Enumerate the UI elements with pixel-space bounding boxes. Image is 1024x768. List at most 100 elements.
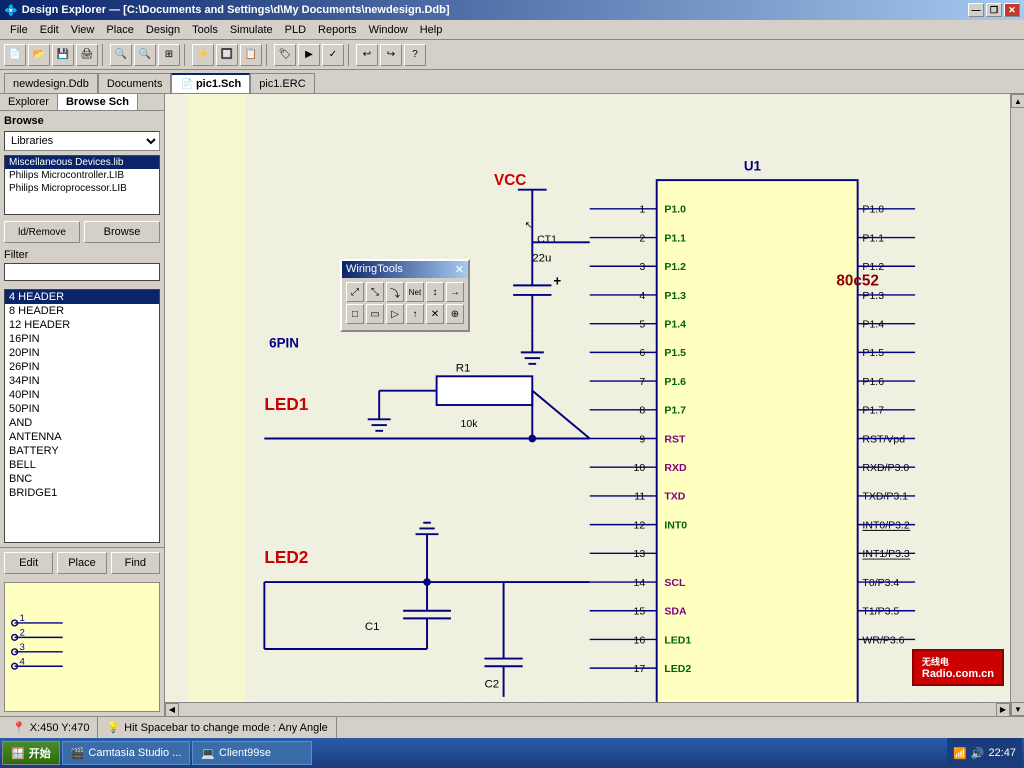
- component-list[interactable]: 4 HEADER 8 HEADER 12 HEADER 16PIN 20PIN …: [4, 289, 160, 543]
- lib-item-philips-mp[interactable]: Philips Microprocessor.LIB: [5, 182, 159, 195]
- comp-12header[interactable]: 12 HEADER: [5, 318, 159, 332]
- check-button[interactable]: ✓: [322, 44, 344, 66]
- wiring-tools-title[interactable]: WiringTools ✕: [342, 261, 468, 278]
- wire-tool-5[interactable]: ↕: [426, 282, 444, 302]
- pinnum-6: 6: [639, 347, 645, 359]
- menu-place[interactable]: Place: [100, 22, 140, 38]
- scroll-down-button[interactable]: ▼: [1011, 702, 1024, 716]
- comp-antenna[interactable]: ANTENNA: [5, 430, 159, 444]
- menu-tools[interactable]: Tools: [186, 22, 224, 38]
- wire-tool-delete[interactable]: ✕: [426, 304, 444, 324]
- menu-simulate[interactable]: Simulate: [224, 22, 279, 38]
- scroll-up-button[interactable]: ▲: [1011, 94, 1024, 108]
- windows-icon: 🪟: [11, 747, 25, 760]
- lib-item-misc[interactable]: Miscellaneous Devices.lib: [5, 156, 159, 169]
- wire-tool-7[interactable]: □: [346, 304, 364, 324]
- minimize-button[interactable]: —: [968, 3, 984, 17]
- scroll-bottom[interactable]: ◀ ▶: [165, 702, 1010, 716]
- sep4: [348, 44, 352, 66]
- wire-tool-add[interactable]: ⊕: [446, 304, 464, 324]
- wire-button[interactable]: ⚡: [192, 44, 214, 66]
- find-button[interactable]: Find: [111, 552, 160, 574]
- start-button[interactable]: 🪟 开始: [2, 741, 60, 765]
- open-button[interactable]: 📂: [28, 44, 50, 66]
- comp-bell[interactable]: BELL: [5, 458, 159, 472]
- restore-button[interactable]: ❐: [986, 3, 1002, 17]
- wire-tool-9[interactable]: ▷: [386, 304, 404, 324]
- menu-reports[interactable]: Reports: [312, 22, 363, 38]
- comp-20pin[interactable]: 20PIN: [5, 346, 159, 360]
- comp-16pin[interactable]: 16PIN: [5, 332, 159, 346]
- run-button[interactable]: ▶: [298, 44, 320, 66]
- tab-newdesign[interactable]: newdesign.Ddb: [4, 73, 98, 93]
- comp-34pin[interactable]: 34PIN: [5, 374, 159, 388]
- rpin-rxd: RXD/P3.0: [862, 462, 909, 474]
- comp-50pin[interactable]: 50PIN: [5, 402, 159, 416]
- schematic-area[interactable]: U1 80c52 P1.0 P1.1 P1.2 P1.3: [165, 94, 1024, 716]
- comp-bridge1[interactable]: BRIDGE1: [5, 486, 159, 500]
- save-button[interactable]: 💾: [52, 44, 74, 66]
- tab-explorer[interactable]: Explorer: [0, 94, 58, 110]
- wire-tool-8[interactable]: ▭: [366, 304, 384, 324]
- scroll-right[interactable]: ▲ ▼: [1010, 94, 1024, 716]
- load-remove-button[interactable]: ld/Remove: [4, 221, 80, 243]
- component-button[interactable]: 🔲: [216, 44, 238, 66]
- lib-item-philips-mc[interactable]: Philips Microcontroller.LIB: [5, 169, 159, 182]
- pin-p11: P1.1: [664, 232, 686, 244]
- menu-view[interactable]: View: [65, 22, 101, 38]
- pinnum-5: 5: [639, 318, 645, 330]
- zoom-fit-button[interactable]: ⊞: [158, 44, 180, 66]
- rpin-p12: P1.2: [862, 261, 884, 273]
- menu-pld[interactable]: PLD: [279, 22, 312, 38]
- rpin-wr: WR/P3.6: [862, 634, 904, 646]
- wire-tool-2[interactable]: ⤡: [366, 282, 384, 302]
- wire-tool-net[interactable]: Net: [406, 282, 424, 302]
- menu-file[interactable]: File: [4, 22, 34, 38]
- taskbar-camtasia[interactable]: 🎬 Camtasia Studio ...: [62, 741, 191, 765]
- svg-text:1: 1: [19, 613, 24, 624]
- comp-40pin[interactable]: 40PIN: [5, 388, 159, 402]
- edit-button[interactable]: Edit: [4, 552, 53, 574]
- wire-tool-3[interactable]: ⤵: [386, 282, 404, 302]
- comp-26pin[interactable]: 26PIN: [5, 360, 159, 374]
- tab-documents[interactable]: Documents: [98, 73, 172, 93]
- comp-8header[interactable]: 8 HEADER: [5, 304, 159, 318]
- comp-battery[interactable]: BATTERY: [5, 444, 159, 458]
- tab-pic1erc[interactable]: pic1.ERC: [250, 73, 314, 93]
- wire-tool-10[interactable]: ↑: [406, 304, 424, 324]
- tab-pic1sch[interactable]: 📄 pic1.Sch: [171, 73, 250, 93]
- filter-input[interactable]: [4, 263, 160, 281]
- wiring-tools-close[interactable]: ✕: [455, 263, 464, 276]
- place-button[interactable]: Place: [57, 552, 106, 574]
- menu-help[interactable]: Help: [414, 22, 449, 38]
- pinnum-13: 13: [634, 548, 646, 560]
- libraries-dropdown[interactable]: Libraries Components Nets: [4, 131, 160, 151]
- wire-tool-1[interactable]: ⤢: [346, 282, 364, 302]
- comp-and[interactable]: AND: [5, 416, 159, 430]
- pinnum-9: 9: [639, 433, 645, 445]
- redo-button[interactable]: ↪: [380, 44, 402, 66]
- menu-edit[interactable]: Edit: [34, 22, 65, 38]
- help-button[interactable]: ?: [404, 44, 426, 66]
- ct1-label: CT1: [537, 233, 557, 245]
- scroll-left-button[interactable]: ◀: [165, 703, 179, 717]
- browse-button[interactable]: Browse: [84, 221, 160, 243]
- annotate-button[interactable]: 🏷: [274, 44, 296, 66]
- zoom-out-button[interactable]: 🔍: [134, 44, 156, 66]
- menu-window[interactable]: Window: [363, 22, 414, 38]
- scroll-right-button[interactable]: ▶: [996, 703, 1010, 717]
- comp-4header[interactable]: 4 HEADER: [5, 290, 159, 304]
- tab-browse-sch[interactable]: Browse Sch: [58, 94, 138, 110]
- menu-design[interactable]: Design: [140, 22, 186, 38]
- load-buttons: ld/Remove Browse: [0, 219, 164, 245]
- tab-label: pic1.Sch: [196, 78, 241, 90]
- print-button[interactable]: 🖨: [76, 44, 98, 66]
- wire-tool-6[interactable]: →: [446, 282, 464, 302]
- zoom-in-button[interactable]: 🔍: [110, 44, 132, 66]
- taskbar-client99se[interactable]: 💻 Client99se: [192, 741, 312, 765]
- undo-button[interactable]: ↩: [356, 44, 378, 66]
- new-button[interactable]: 📄: [4, 44, 26, 66]
- netlist-button[interactable]: 📋: [240, 44, 262, 66]
- close-button[interactable]: ✕: [1004, 3, 1020, 17]
- comp-bnc[interactable]: BNC: [5, 472, 159, 486]
